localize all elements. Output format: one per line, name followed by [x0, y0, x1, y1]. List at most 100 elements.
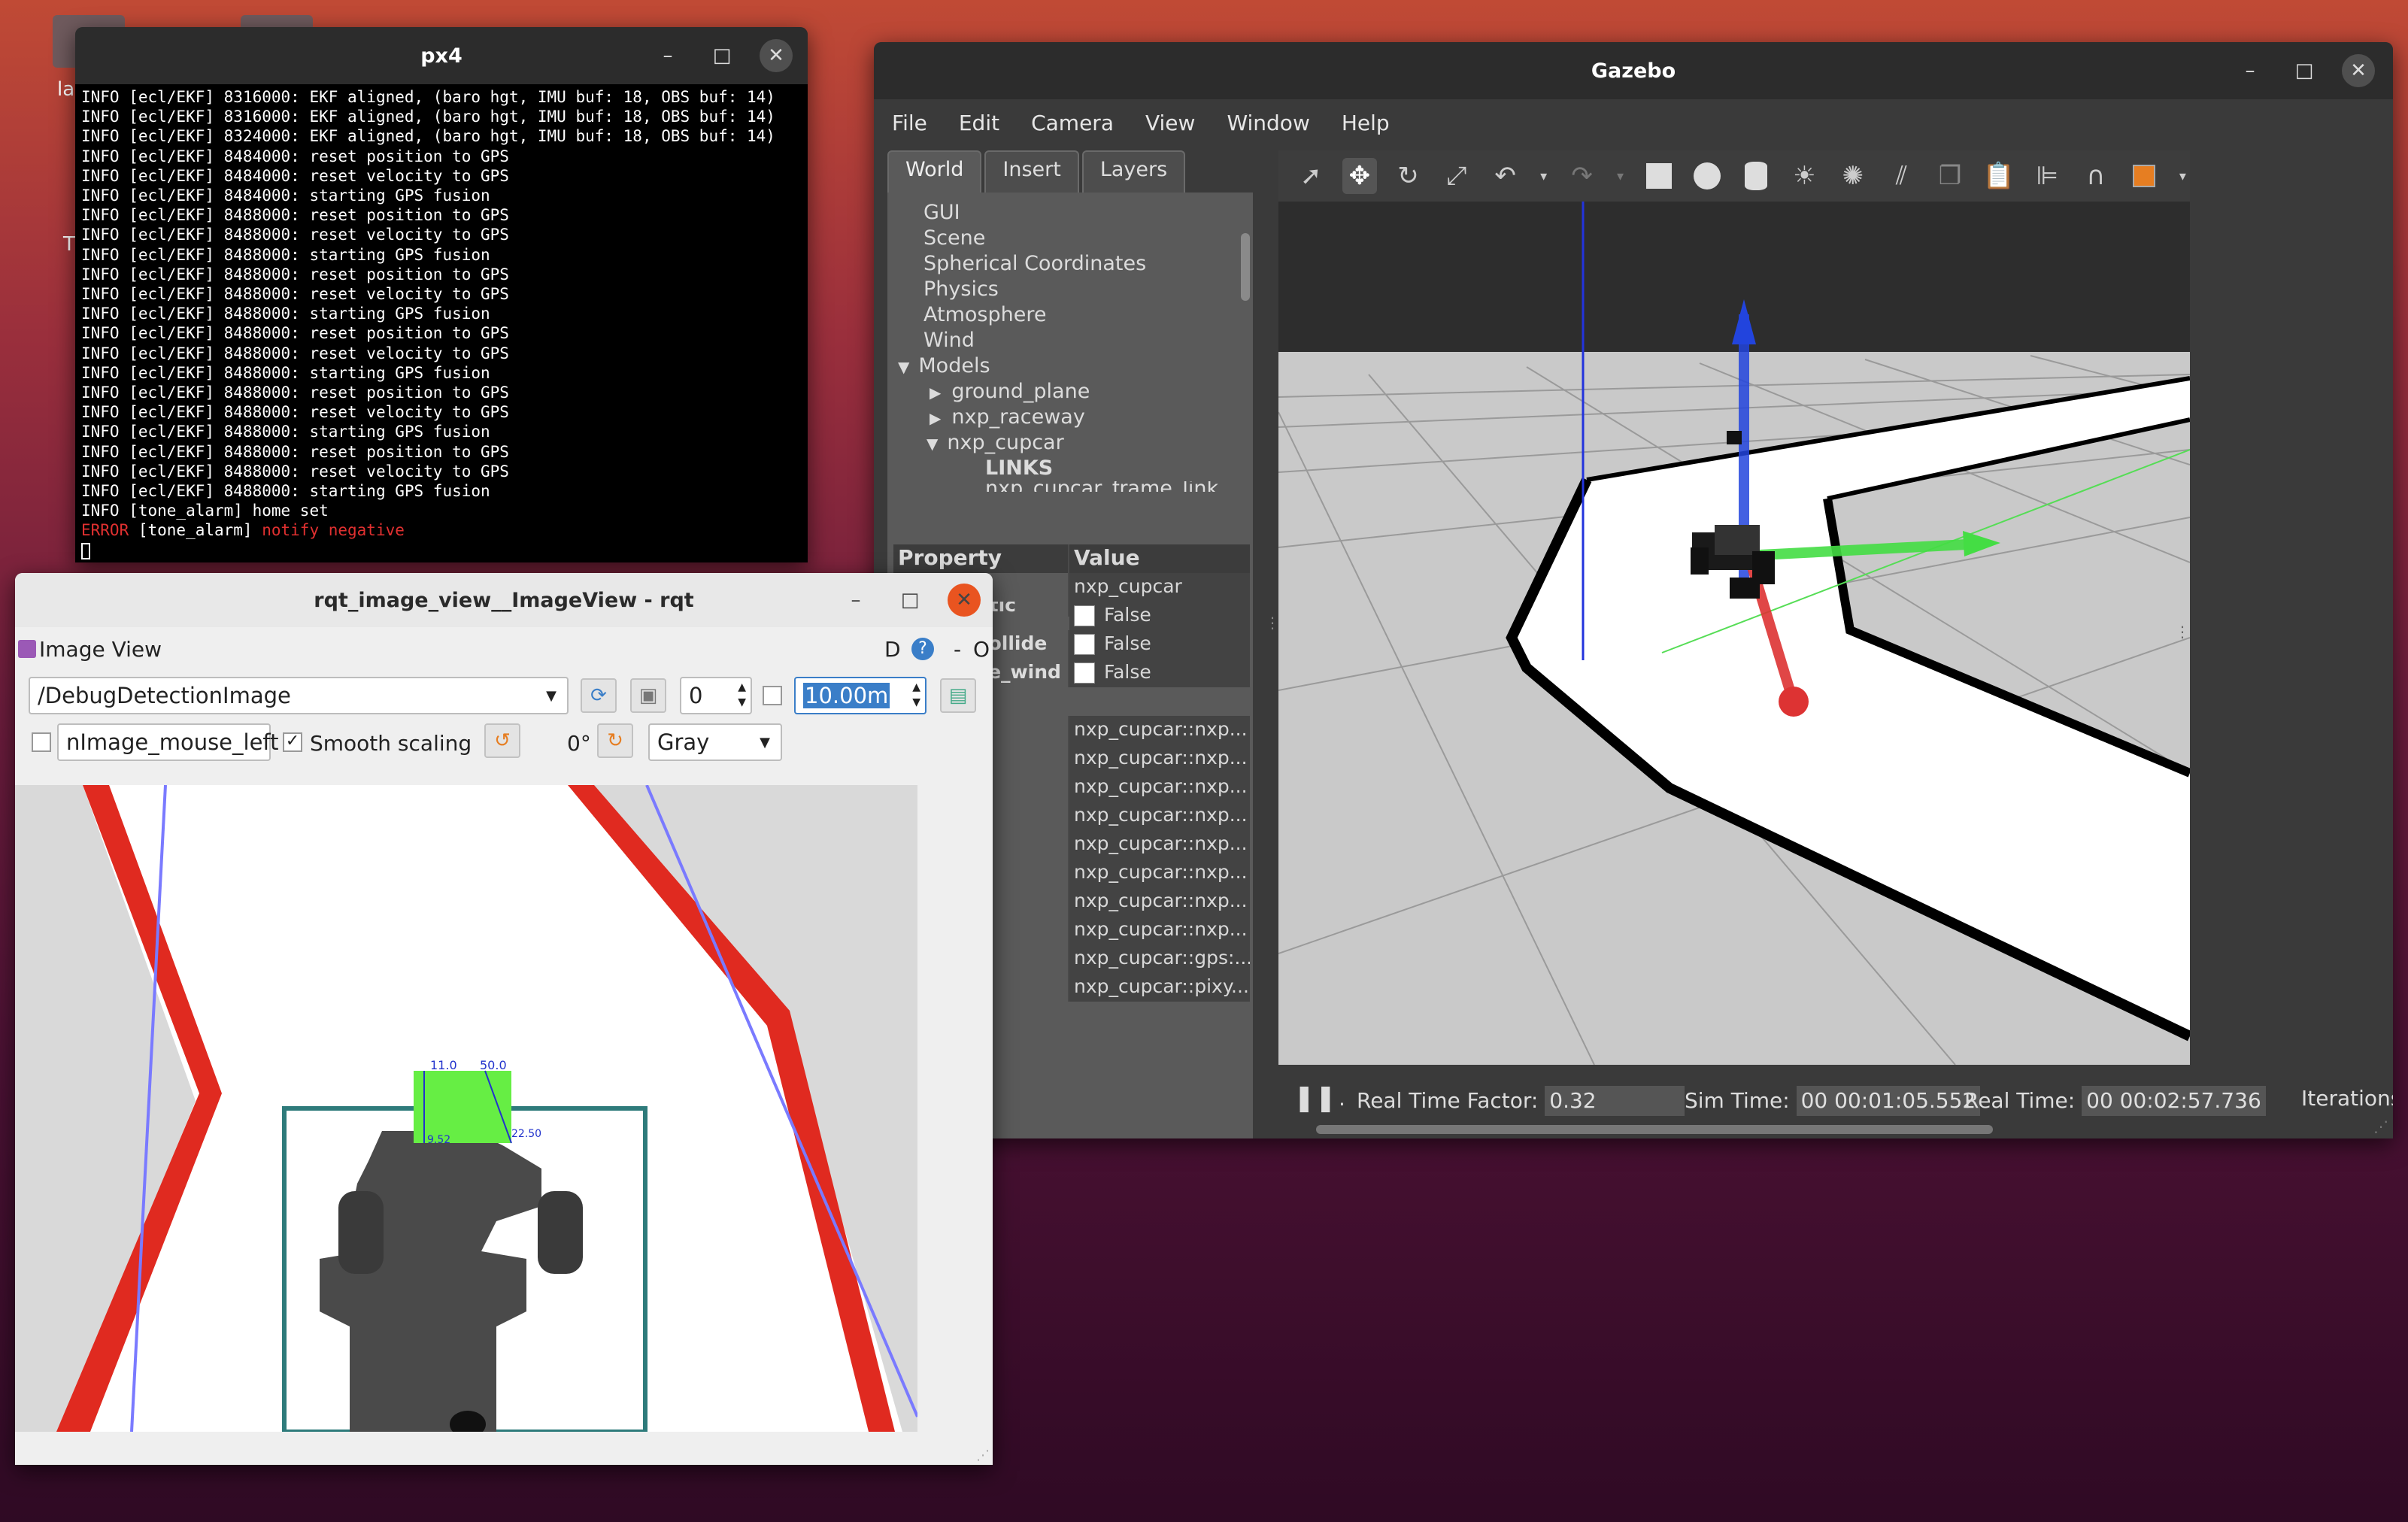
paste-icon[interactable]: 📋 [1981, 158, 2016, 194]
collapse-arrow-icon[interactable]: ▶ [930, 409, 941, 427]
close-button[interactable]: ✕ [2342, 54, 2375, 87]
undo-history-icon[interactable]: ▾ [1536, 158, 1551, 194]
translate-tool-icon[interactable]: ✥ [1342, 158, 1378, 194]
view-angle-icon[interactable] [2127, 158, 2162, 194]
colormap-select[interactable]: Gray ▼ [648, 723, 782, 761]
minimize-button[interactable]: – [839, 584, 872, 617]
terminal-prompt[interactable] [81, 541, 802, 560]
minimize-button[interactable]: – [2234, 54, 2267, 87]
pause-button[interactable]: ❚❚ [1293, 1083, 1336, 1113]
redo-icon[interactable]: ↷ [1564, 158, 1600, 194]
maximize-button[interactable]: □ [893, 584, 927, 617]
maximize-button[interactable]: □ [2288, 54, 2321, 87]
copy-icon[interactable]: ❐ [1933, 158, 1968, 194]
prop-value-checkbox[interactable]: False [1069, 630, 1250, 659]
window-resize-grip[interactable]: ⋰ [2373, 1117, 2388, 1135]
spot-light-icon[interactable]: ✺ [1836, 158, 1871, 194]
tree-item-partial[interactable]: nxp_cupcar_frame_link [887, 481, 1241, 492]
fit-image-button[interactable]: ▤ [940, 678, 976, 713]
tab-world[interactable]: World [887, 150, 982, 193]
viewport-resize-handle[interactable]: ⋮ [2175, 623, 2190, 641]
directional-light-icon[interactable]: ⫽ [1884, 158, 1919, 194]
tree-item-scene[interactable]: Scene [887, 226, 1241, 251]
tree-item-links[interactable]: LINKS [887, 456, 1241, 481]
tree-item-nxp-cupcar[interactable]: ▼ nxp_cupcar [887, 430, 1241, 456]
undo-icon[interactable]: ↶ [1488, 158, 1523, 194]
topic-select[interactable]: /DebugDetectionImage ▼ [29, 677, 569, 714]
select-tool-icon[interactable]: ➚ [1293, 158, 1329, 194]
rotate-right-button[interactable]: ↻ [597, 723, 633, 758]
help-icon[interactable]: ? [911, 638, 934, 660]
tree-item-gui[interactable]: GUI [887, 200, 1241, 226]
log-message: [ecl/EKF] 8488000: reset position to GPS [119, 442, 509, 461]
close-button[interactable]: ✕ [760, 39, 793, 72]
align-icon[interactable]: ⊫ [2030, 158, 2065, 194]
minimize-button[interactable]: – [651, 39, 684, 72]
zoom-enable-checkbox[interactable] [763, 686, 782, 705]
spin-arrows-icon[interactable]: ▲ ▼ [738, 680, 746, 710]
sphere-shape-icon[interactable] [1690, 158, 1725, 194]
scale-tool-icon[interactable]: ⤢ [1439, 158, 1475, 194]
cylinder-shape-icon[interactable] [1738, 158, 1773, 194]
redo-history-icon[interactable]: ▾ [1613, 158, 1627, 194]
tree-item-nxp-raceway[interactable]: ▶ nxp_raceway [887, 405, 1241, 430]
expand-arrow-icon[interactable]: ▼ [898, 358, 909, 376]
plugin-close-button[interactable]: O [973, 637, 990, 662]
snap-icon[interactable]: ∩ [2078, 158, 2113, 194]
checkbox[interactable] [1074, 605, 1095, 626]
prop-value-checkbox[interactable]: False [1069, 602, 1250, 630]
rotate-left-button[interactable]: ↺ [484, 723, 520, 758]
collapse-arrow-icon[interactable]: ▶ [930, 384, 941, 402]
terminal-output[interactable]: INFO [ecl/EKF] 8316000: EKF aligned, (ba… [75, 84, 808, 562]
rotate-tool-icon[interactable]: ↻ [1391, 158, 1426, 194]
spin-arrows-icon[interactable]: ▲ ▼ [912, 680, 920, 710]
smooth-scaling-checkbox[interactable]: ✓ [283, 732, 302, 752]
close-button[interactable]: ✕ [948, 584, 981, 617]
tree-item-spherical-coordinates[interactable]: Spherical Coordinates [887, 251, 1241, 277]
window-resize-grip[interactable]: ⋰ [976, 1448, 990, 1463]
rtf-display: Real Time Factor: 0.32 [1357, 1086, 1685, 1116]
zoom-spinbox[interactable]: 10.00m ▲ ▼ [794, 677, 927, 714]
menu-edit[interactable]: Edit [959, 111, 999, 135]
tree-item-models[interactable]: ▼ Models [887, 353, 1241, 379]
menu-file[interactable]: File [892, 111, 927, 135]
tree-item-ground-plane[interactable]: ▶ ground_plane [887, 379, 1241, 405]
tree-item-physics[interactable]: Physics [887, 277, 1241, 302]
link-value: nxp_cupcar::nxp... [1069, 744, 1250, 773]
status-scrollbar[interactable] [1316, 1125, 1993, 1134]
rtf-value: 0.32 [1545, 1086, 1685, 1116]
step-button[interactable]: . [1339, 1086, 1345, 1111]
maximize-button[interactable]: □ [705, 39, 738, 72]
plugin-dock-button[interactable]: D [884, 637, 901, 662]
box-shape-icon[interactable] [1641, 158, 1676, 194]
px4-titlebar[interactable]: px4 – □ ✕ [75, 27, 808, 84]
3d-viewport[interactable]: ⋮ [1278, 202, 2190, 1065]
prop-value-checkbox[interactable]: False [1069, 659, 1250, 687]
menu-camera[interactable]: Camera [1031, 111, 1114, 135]
tree-item-wind[interactable]: Wind [887, 328, 1241, 353]
mouse-topic-input[interactable]: nImage_mouse_left [57, 723, 279, 761]
tab-insert[interactable]: Insert [984, 150, 1079, 193]
gazebo-titlebar[interactable]: Gazebo – □ ✕ [874, 42, 2393, 99]
tree-item-atmosphere[interactable]: Atmosphere [887, 302, 1241, 328]
tree-scrollbar[interactable] [1241, 233, 1250, 301]
menu-help[interactable]: Help [1342, 111, 1390, 135]
log-message: [ecl/EKF] 8484000: starting GPS fusion [119, 186, 490, 205]
point-light-icon[interactable]: ☀ [1787, 158, 1822, 194]
checkbox[interactable] [1074, 634, 1095, 655]
panel-splitter[interactable]: ⋮ [1265, 614, 1280, 632]
menu-view[interactable]: View [1145, 111, 1195, 135]
checkbox[interactable] [1074, 662, 1095, 684]
tab-layers[interactable]: Layers [1081, 150, 1186, 193]
refresh-topics-button[interactable]: ⟳ [581, 678, 617, 713]
plugin-minimize-button[interactable]: - [954, 637, 961, 662]
number-spinbox[interactable]: 0 ▲ ▼ [680, 677, 752, 714]
view-angle-dropdown-icon[interactable]: ▾ [2176, 158, 2190, 194]
expand-arrow-icon[interactable]: ▼ [927, 435, 938, 453]
publish-click-checkbox[interactable] [32, 732, 51, 752]
rqt-titlebar[interactable]: rqt_image_view__ImageView - rqt – □ ✕ [15, 573, 993, 627]
save-image-button[interactable]: ▣ [630, 678, 666, 713]
log-level: INFO [81, 363, 120, 382]
image-display[interactable]: 11.0 50.0 9.52 22.50 [15, 785, 917, 1432]
menu-window[interactable]: Window [1227, 111, 1309, 135]
